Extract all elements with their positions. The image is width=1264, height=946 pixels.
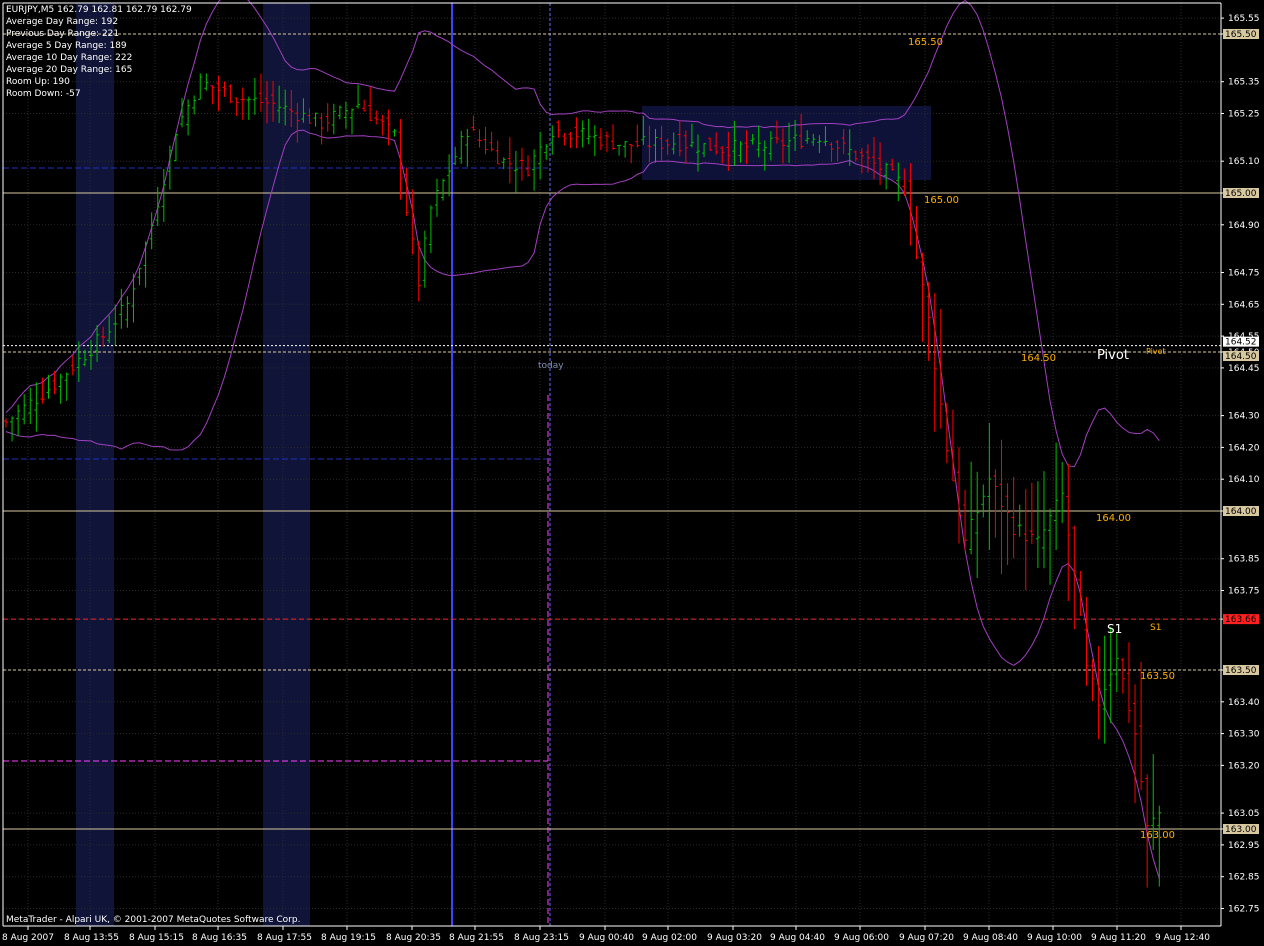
x-tick-label: 8 Aug 17:55 (257, 933, 312, 943)
s1-label-small: S1 (1150, 623, 1161, 633)
y-tick-label: 165.10 (1228, 157, 1260, 167)
y-tick-label: 162.75 (1228, 905, 1260, 915)
x-tick-label: 9 Aug 04:40 (770, 933, 825, 943)
y-tick-label: 164.65 (1228, 300, 1260, 310)
x-tick-label: 8 Aug 19:15 (321, 933, 376, 943)
price-tag-label: 165.50 (1225, 30, 1257, 40)
level-label: 163.50 (1140, 671, 1175, 682)
x-tick-label: 9 Aug 12:40 (1155, 933, 1210, 943)
x-tick-label: 9 Aug 06:00 (834, 933, 889, 943)
y-tick-label: 163.20 (1228, 761, 1260, 771)
info-line: Average Day Range: 192 (6, 17, 118, 27)
level-label: 165.50 (908, 37, 943, 48)
x-tick-label: 9 Aug 00:40 (579, 933, 634, 943)
level-label: 164.50 (1021, 353, 1056, 364)
level-label: 165.00 (924, 195, 959, 206)
y-tick-label: 163.30 (1228, 730, 1260, 740)
x-tick-label: 9 Aug 11:20 (1091, 933, 1146, 943)
x-tick-label: 8 Aug 2007 (2, 933, 54, 943)
x-tick-label: 8 Aug 15:15 (129, 933, 184, 943)
y-tick-label: 164.45 (1228, 364, 1260, 374)
y-tick-label: 165.35 (1228, 78, 1260, 88)
info-line: Average 5 Day Range: 189 (6, 41, 127, 51)
y-tick-label: 164.30 (1228, 412, 1260, 422)
y-tick-label: 163.05 (1228, 809, 1260, 819)
y-tick-label: 163.75 (1228, 587, 1260, 597)
y-tick-label: 164.10 (1228, 475, 1260, 485)
y-tick-label: 163.85 (1228, 555, 1260, 565)
x-tick-label: 8 Aug 13:55 (64, 933, 119, 943)
x-tick-label: 9 Aug 02:00 (642, 933, 697, 943)
y-tick-label: 165.25 (1228, 110, 1260, 120)
level-label: 163.00 (1140, 830, 1175, 841)
price-tag-label: 163.50 (1225, 666, 1257, 676)
x-tick-label: 9 Aug 07:20 (899, 933, 954, 943)
chart-background (0, 0, 1264, 946)
x-tick-label: 9 Aug 03:20 (707, 933, 762, 943)
y-tick-label: 164.75 (1228, 269, 1260, 279)
price-chart[interactable]: 165.55 165.50 165.35 165.25 165.10 165.00 164.… (0, 0, 1264, 946)
price-tag-label: 164.00 (1225, 507, 1257, 517)
pivot-label-small: Pivot (1146, 347, 1166, 356)
x-tick-label: 9 Aug 08:40 (963, 933, 1018, 943)
pivot-label: Pivot (1097, 348, 1129, 363)
price-tag-label: 163.66 (1225, 615, 1257, 625)
price-tag-label: 163.00 (1225, 825, 1257, 835)
price-tag-label: 164.50 (1225, 352, 1257, 362)
y-tick-label: 162.85 (1228, 873, 1260, 883)
y-tick-label: 164.90 (1228, 221, 1260, 231)
symbol-header: EURJPY,M5 162.79 162.81 162.79 162.79 (6, 5, 192, 15)
copyright-text: MetaTrader - Alpari UK, © 2001-2007 Meta… (6, 915, 300, 925)
x-tick-label: 8 Aug 21:55 (449, 933, 504, 943)
today-label: today (538, 361, 564, 371)
price-tag-label: 165.00 (1225, 189, 1257, 199)
info-line: Room Down: -57 (6, 89, 81, 99)
price-tag-label: 164.52 (1225, 338, 1257, 348)
y-tick-label: 165.55 (1228, 14, 1260, 24)
x-tick-label: 9 Aug 10:00 (1027, 933, 1082, 943)
x-tick-label: 8 Aug 20:35 (386, 933, 441, 943)
info-line: Previous Day Range: 221 (6, 29, 119, 39)
session-band (76, 3, 114, 926)
session-band (263, 3, 310, 926)
x-tick-label: 8 Aug 23:15 (514, 933, 569, 943)
y-tick-label: 162.95 (1228, 841, 1260, 851)
s1-label: S1 (1107, 622, 1122, 636)
x-tick-label: 8 Aug 16:35 (192, 933, 247, 943)
y-tick-label: 164.20 (1228, 443, 1260, 453)
info-line: Room Up: 190 (6, 77, 70, 87)
y-tick-label: 163.40 (1228, 698, 1260, 708)
info-line: Average 10 Day Range: 222 (6, 53, 132, 63)
level-label: 164.00 (1096, 513, 1131, 524)
info-line: Average 20 Day Range: 165 (6, 65, 132, 75)
